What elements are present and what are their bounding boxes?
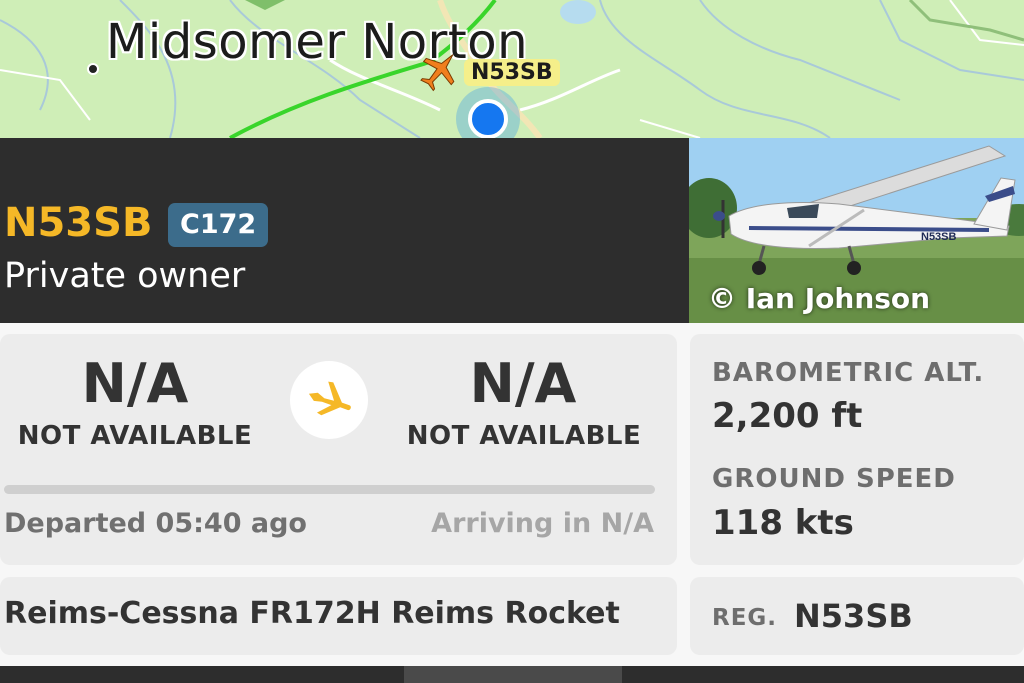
photo-credit: © Ian Johnson [708,282,931,315]
destination-name: NOT AVAILABLE [406,421,642,451]
aircraft-type-badge: C172 [168,203,269,247]
arrival-time: Arriving in N/A [431,508,654,539]
aircraft-callsign-tag[interactable]: N53SB [464,59,560,86]
town-marker [87,63,99,75]
registration-label: REG. [712,605,778,631]
ground-speed-label: GROUND SPEED [712,464,956,494]
origin-code: N/A [81,352,189,415]
flight-callsign: N53SB [4,200,153,246]
airline-name: Private owner [4,256,246,296]
svg-text:N53SB: N53SB [921,231,957,243]
registration-value: N53SB [794,597,913,635]
altitude-label: BAROMETRIC ALT. [712,358,985,388]
departed-time: Departed 05:40 ago [4,508,307,539]
destination-code: N/A [469,352,577,415]
aircraft-model: Reims-Cessna FR172H Reims Rocket [4,596,620,631]
map-view[interactable]: Midsomer Norton N53SB [0,0,1024,138]
altitude-value: 2,200 ft [712,396,863,436]
bottom-tab-handle[interactable] [404,666,622,683]
ground-speed-value: 118 kts [712,503,854,543]
landing-plane-icon [290,361,368,439]
flight-progress-bar [4,485,655,494]
aircraft-marker-icon[interactable] [418,48,462,92]
origin-name: NOT AVAILABLE [17,421,253,451]
